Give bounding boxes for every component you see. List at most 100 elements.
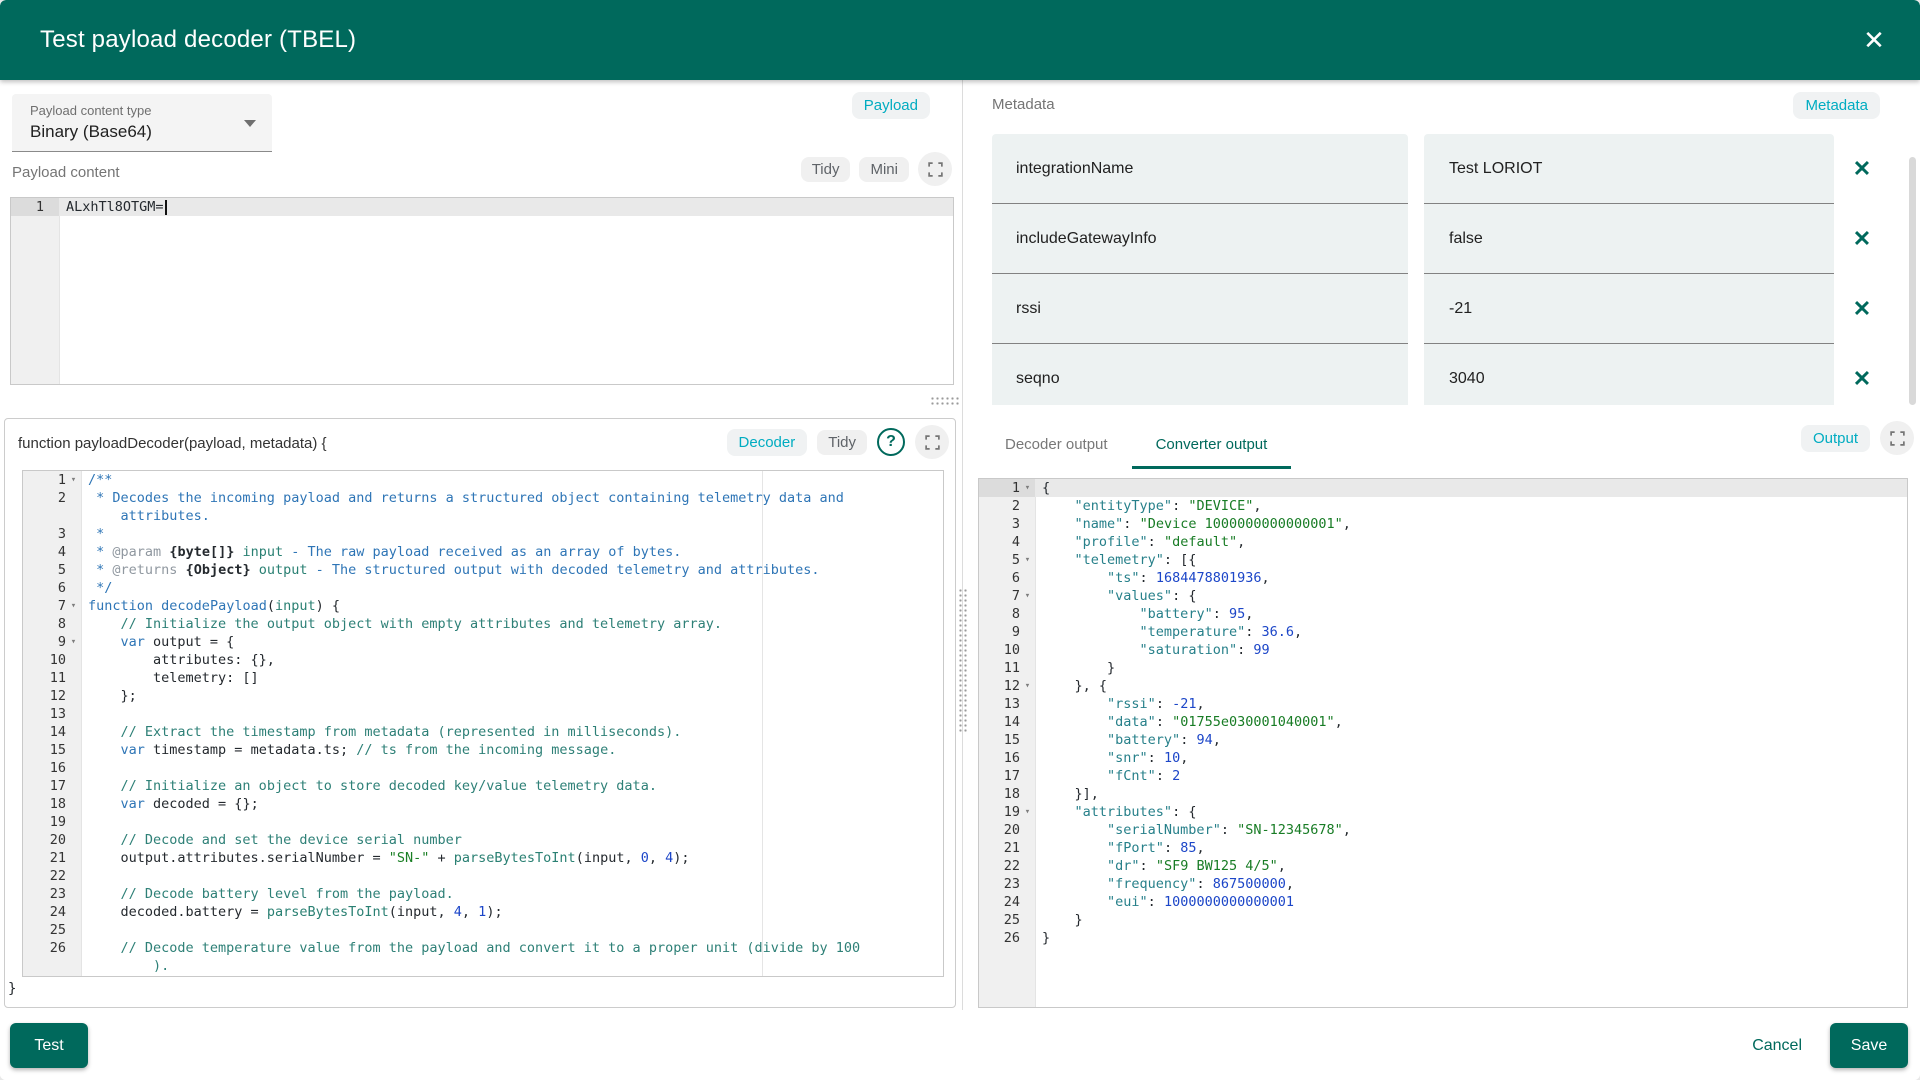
tidy-button[interactable]: Tidy (801, 157, 851, 182)
metadata-key-field[interactable]: integrationName (992, 134, 1408, 204)
code-line[interactable]: "fPort": 85, (1035, 839, 1907, 857)
delete-row-icon[interactable]: ✕ (1834, 204, 1890, 274)
fold-arrow-icon[interactable]: ▾ (66, 633, 81, 651)
code-line[interactable]: "frequency": 867500000, (1035, 875, 1907, 893)
code-line[interactable]: attributes. (81, 507, 943, 525)
decoder-script-editor[interactable]: 1▾/**2 * Decodes the incoming payload an… (22, 470, 944, 977)
code-line[interactable]: attributes: {}, (81, 651, 943, 669)
fullscreen-button[interactable] (915, 425, 949, 459)
fullscreen-button[interactable] (1880, 421, 1914, 455)
editor-line: 17 "fCnt": 2 (979, 767, 1907, 785)
line-number-gutter: 8 (23, 615, 81, 633)
code-line[interactable]: ). (81, 957, 943, 975)
code-line[interactable]: // Decode and set the device serial numb… (81, 831, 943, 849)
code-line[interactable]: "dr": "SF9 BW125 4/5", (1035, 857, 1907, 875)
code-line[interactable]: // Initialize an object to store decoded… (81, 777, 943, 795)
metadata-value-field[interactable]: Test LORIOT (1424, 134, 1834, 204)
code-line[interactable]: "eui": 1000000000000001 (1035, 893, 1907, 911)
code-line[interactable]: "rssi": -21, (1035, 695, 1907, 713)
code-line[interactable]: function decodePayload(input) { (81, 597, 943, 615)
delete-row-icon[interactable]: ✕ (1834, 134, 1890, 204)
code-line[interactable] (81, 921, 943, 939)
code-line[interactable]: "values": { (1035, 587, 1907, 605)
tidy-button[interactable]: Tidy (817, 430, 867, 455)
code-line[interactable]: { (1035, 479, 1907, 497)
code-line[interactable]: // Decode temperature value from the pay… (81, 939, 943, 957)
code-line[interactable] (81, 705, 943, 723)
tab-decoder-output[interactable]: Decoder output (981, 419, 1132, 469)
code-line[interactable]: telemetry: [] (81, 669, 943, 687)
metadata-label: Metadata (992, 96, 1055, 113)
fold-arrow-icon[interactable]: ▾ (1020, 551, 1035, 569)
cancel-button[interactable]: Cancel (1738, 1023, 1816, 1068)
chevron-down-icon (244, 120, 256, 127)
line-number-gutter: 14 (979, 713, 1035, 731)
code-line[interactable]: var timestamp = metadata.ts; // ts from … (81, 741, 943, 759)
code-line[interactable]: "attributes": { (1035, 803, 1907, 821)
code-line[interactable]: "battery": 95, (1035, 605, 1907, 623)
code-line[interactable]: * @returns {Object} output - The structu… (81, 561, 943, 579)
code-line[interactable]: "data": "01755e030001040001", (1035, 713, 1907, 731)
metadata-key-field[interactable]: seqno (992, 344, 1408, 405)
metadata-value-field[interactable]: -21 (1424, 274, 1834, 344)
metadata-key-field[interactable]: rssi (992, 274, 1408, 344)
code-line[interactable]: * Decodes the incoming payload and retur… (81, 489, 943, 507)
code-line[interactable]: output.attributes.serialNumber = "SN-" +… (81, 849, 943, 867)
code-line[interactable]: }; (81, 687, 943, 705)
payload-content-type-select[interactable]: Payload content type Binary (Base64) (12, 94, 272, 152)
code-line[interactable]: var decoded = {}; (81, 795, 943, 813)
mini-button[interactable]: Mini (859, 157, 909, 182)
fullscreen-button[interactable] (918, 152, 952, 186)
fold-arrow-icon[interactable]: ▾ (66, 597, 81, 615)
tab-converter-output[interactable]: Converter output (1132, 419, 1292, 469)
code-line[interactable]: * @param {byte[]} input - The raw payloa… (81, 543, 943, 561)
code-line[interactable]: /** (81, 471, 943, 489)
editor-line: 12 }; (23, 687, 943, 705)
code-line[interactable]: }, { (1035, 677, 1907, 695)
code-line[interactable]: */ (81, 579, 943, 597)
code-line[interactable]: decoded.battery = parseBytesToInt(input,… (81, 903, 943, 921)
code-line[interactable]: "entityType": "DEVICE", (1035, 497, 1907, 515)
fold-arrow-icon[interactable]: ▾ (66, 471, 81, 489)
code-line[interactable]: "snr": 10, (1035, 749, 1907, 767)
fold-arrow-icon[interactable]: ▾ (1020, 479, 1035, 497)
code-line[interactable]: // Extract the timestamp from metadata (… (81, 723, 943, 741)
fold-arrow-icon[interactable]: ▾ (1020, 587, 1035, 605)
code-line[interactable]: } (1035, 929, 1907, 947)
code-line[interactable]: ALxhTl8OTGM= (59, 198, 953, 216)
code-line[interactable]: // Decode battery level from the payload… (81, 885, 943, 903)
code-line[interactable]: * (81, 525, 943, 543)
code-line[interactable] (81, 867, 943, 885)
code-line[interactable]: "name": "Device 1000000000000001", (1035, 515, 1907, 533)
code-line[interactable]: "serialNumber": "SN-12345678", (1035, 821, 1907, 839)
fold-arrow-icon[interactable]: ▾ (1020, 677, 1035, 695)
payload-content-editor[interactable]: 1ALxhTl8OTGM= (10, 197, 954, 385)
editor-line: 4 * @param {byte[]} input - The raw payl… (23, 543, 943, 561)
code-line[interactable]: // Initialize the output object with emp… (81, 615, 943, 633)
code-line[interactable]: "temperature": 36.6, (1035, 623, 1907, 641)
code-line[interactable]: "profile": "default", (1035, 533, 1907, 551)
converter-output-editor[interactable]: 1▾{2 "entityType": "DEVICE",3 "name": "D… (978, 478, 1908, 1008)
code-line[interactable]: } (1035, 911, 1907, 929)
delete-row-icon[interactable]: ✕ (1834, 274, 1890, 344)
code-line[interactable]: "battery": 94, (1035, 731, 1907, 749)
close-icon[interactable]: ✕ (1854, 20, 1894, 60)
code-line[interactable]: "saturation": 99 (1035, 641, 1907, 659)
code-line[interactable]: } (1035, 659, 1907, 677)
save-button[interactable]: Save (1830, 1023, 1908, 1068)
code-line[interactable]: "fCnt": 2 (1035, 767, 1907, 785)
help-icon[interactable]: ? (877, 428, 905, 456)
code-line[interactable]: "telemetry": [{ (1035, 551, 1907, 569)
fold-arrow-icon[interactable]: ▾ (1020, 803, 1035, 821)
metadata-key-field[interactable]: includeGatewayInfo (992, 204, 1408, 274)
code-line[interactable] (81, 813, 943, 831)
test-button[interactable]: Test (10, 1023, 88, 1068)
metadata-value-field[interactable]: 3040 (1424, 344, 1834, 405)
metadata-value-field[interactable]: false (1424, 204, 1834, 274)
code-line[interactable]: }], (1035, 785, 1907, 803)
code-line[interactable]: var output = { (81, 633, 943, 651)
metadata-scrollbar[interactable] (1909, 157, 1916, 405)
code-line[interactable] (81, 759, 943, 777)
delete-row-icon[interactable]: ✕ (1834, 344, 1890, 405)
code-line[interactable]: "ts": 1684478801936, (1035, 569, 1907, 587)
